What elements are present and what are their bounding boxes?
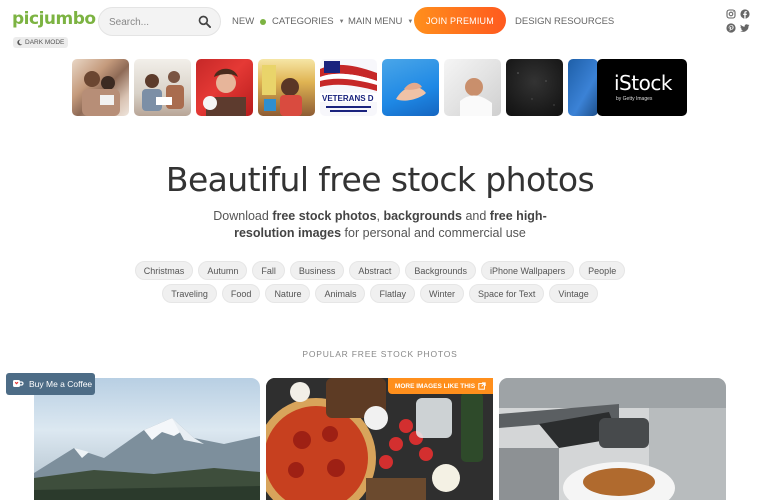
tag-chip[interactable]: Christmas bbox=[134, 261, 194, 280]
subtitle-bold-stock: free stock photos bbox=[272, 209, 377, 223]
buy-me-a-coffee-button[interactable]: Buy Me a Coffee bbox=[6, 373, 95, 395]
pinterest-icon[interactable] bbox=[726, 23, 736, 33]
veterans-caption: VETERANS D bbox=[322, 94, 374, 103]
search-icon[interactable] bbox=[198, 15, 211, 28]
tag-chip[interactable]: Vintage bbox=[549, 284, 598, 303]
tag-chip[interactable]: Nature bbox=[265, 284, 311, 303]
tag-chip[interactable]: Food bbox=[221, 284, 261, 303]
thumbnail-couple[interactable] bbox=[196, 59, 253, 116]
tag-chip[interactable]: iPhone Wallpapers bbox=[480, 261, 575, 280]
search-input[interactable] bbox=[109, 15, 194, 29]
dark-mode-toggle[interactable]: DARK MODE bbox=[13, 37, 69, 48]
thumbnail-dark-texture[interactable] bbox=[506, 59, 563, 116]
chevron-down-icon: ▼ bbox=[407, 18, 414, 25]
nav-design-resources[interactable]: DESIGN RESOURCES bbox=[515, 16, 614, 27]
more-images-badge[interactable]: MORE IMAGES LIKE THIS bbox=[388, 378, 493, 394]
tag-chip[interactable]: Winter bbox=[419, 284, 464, 303]
search-box bbox=[98, 7, 221, 36]
page: picjumbo DARK MODE NEW CATEGORIES ▼ MAIN … bbox=[0, 0, 760, 500]
thumbnail-family[interactable] bbox=[72, 59, 129, 116]
thumbnail-blue[interactable] bbox=[568, 59, 598, 116]
istock-byline: by Getty Images bbox=[616, 96, 653, 102]
thumbnail-toddler[interactable] bbox=[258, 59, 315, 116]
buy-me-a-coffee-label: Buy Me a Coffee bbox=[29, 379, 93, 389]
toddler-photo bbox=[262, 65, 302, 116]
page-subtitle: Download free stock photos, backgrounds … bbox=[200, 208, 560, 242]
nav-main-menu-label: MAIN MENU bbox=[348, 16, 403, 27]
thumbnail-hands[interactable] bbox=[382, 59, 439, 116]
tag-chip[interactable]: People bbox=[579, 261, 626, 280]
blue-photo bbox=[568, 59, 598, 116]
mountain-photo bbox=[34, 418, 260, 500]
couple-red-photo bbox=[203, 68, 246, 116]
subtitle-text: for personal and commercial use bbox=[341, 226, 526, 240]
chevron-down-icon: ▼ bbox=[338, 18, 345, 25]
subtitle-text: and bbox=[461, 209, 490, 223]
tag-chip[interactable]: Autumn bbox=[198, 261, 248, 280]
top-navigation: picjumbo DARK MODE NEW CATEGORIES ▼ MAIN … bbox=[0, 0, 760, 58]
tag-chip[interactable]: Flatlay bbox=[370, 284, 415, 303]
family-photo bbox=[82, 71, 120, 116]
external-link-icon bbox=[478, 382, 486, 390]
tag-chip[interactable]: Fall bbox=[252, 261, 285, 280]
nav-main-menu[interactable]: MAIN MENU ▼ bbox=[348, 16, 413, 27]
page-title: Beautiful free stock photos bbox=[165, 160, 595, 199]
subtitle-bold-backgrounds: backgrounds bbox=[383, 209, 462, 223]
tag-chip[interactable]: Animals bbox=[315, 284, 366, 303]
dark-texture-photo bbox=[517, 72, 555, 106]
baby-photo bbox=[460, 78, 492, 116]
tag-chip[interactable]: Space for Text bbox=[469, 284, 545, 303]
hands-blue-photo bbox=[396, 82, 426, 101]
thumbnail-baby[interactable] bbox=[444, 59, 501, 116]
photo-card-mountain[interactable] bbox=[34, 378, 260, 500]
join-premium-button[interactable]: JOIN PREMIUM bbox=[414, 7, 506, 34]
pizza-photo bbox=[266, 378, 493, 500]
thumbnail-veterans-day[interactable]: VETERANS D bbox=[320, 59, 377, 116]
tag-chip[interactable]: Traveling bbox=[162, 284, 217, 303]
twitter-icon[interactable] bbox=[740, 23, 750, 33]
new-dot-icon bbox=[260, 18, 267, 25]
more-images-label: MORE IMAGES LIKE THIS bbox=[394, 382, 476, 390]
coffee-cup-icon bbox=[13, 380, 24, 387]
tag-row-1: Christmas Autumn Fall Business Abstract … bbox=[0, 261, 760, 280]
tag-chip[interactable]: Business bbox=[289, 261, 345, 280]
tag-chip[interactable]: Backgrounds bbox=[405, 261, 476, 280]
veterans-day-photo: VETERANS D bbox=[320, 61, 377, 112]
section-heading: POPULAR FREE STOCK PHOTOS bbox=[302, 349, 458, 359]
instagram-icon[interactable] bbox=[726, 9, 736, 19]
istock-brand: iStock bbox=[614, 71, 672, 95]
subtitle-text: Download bbox=[213, 209, 273, 223]
dark-mode-label: DARK MODE bbox=[25, 39, 65, 46]
thumbnail-kids-reading[interactable] bbox=[134, 59, 191, 116]
nav-categories[interactable]: CATEGORIES ▼ bbox=[272, 16, 345, 27]
photo-card-pizza[interactable] bbox=[266, 378, 493, 500]
coffee-machine-photo bbox=[499, 378, 726, 500]
featured-thumbnail-strip: VETERANS D bbox=[72, 59, 687, 116]
nav-new-label: NEW bbox=[232, 16, 255, 27]
kids-reading-photo bbox=[142, 71, 184, 111]
facebook-icon[interactable] bbox=[740, 9, 750, 19]
tag-row-2: Traveling Food Nature Animals Flatlay Wi… bbox=[0, 284, 760, 303]
site-logo[interactable]: picjumbo bbox=[12, 9, 96, 29]
moon-icon bbox=[17, 39, 23, 46]
nav-new[interactable]: NEW bbox=[232, 16, 267, 27]
tag-chip[interactable]: Abstract bbox=[349, 261, 401, 280]
nav-categories-label: CATEGORIES bbox=[272, 16, 334, 27]
photo-card-coffee[interactable] bbox=[499, 378, 726, 500]
istock-ad[interactable]: iStock by Getty Images bbox=[597, 59, 687, 116]
